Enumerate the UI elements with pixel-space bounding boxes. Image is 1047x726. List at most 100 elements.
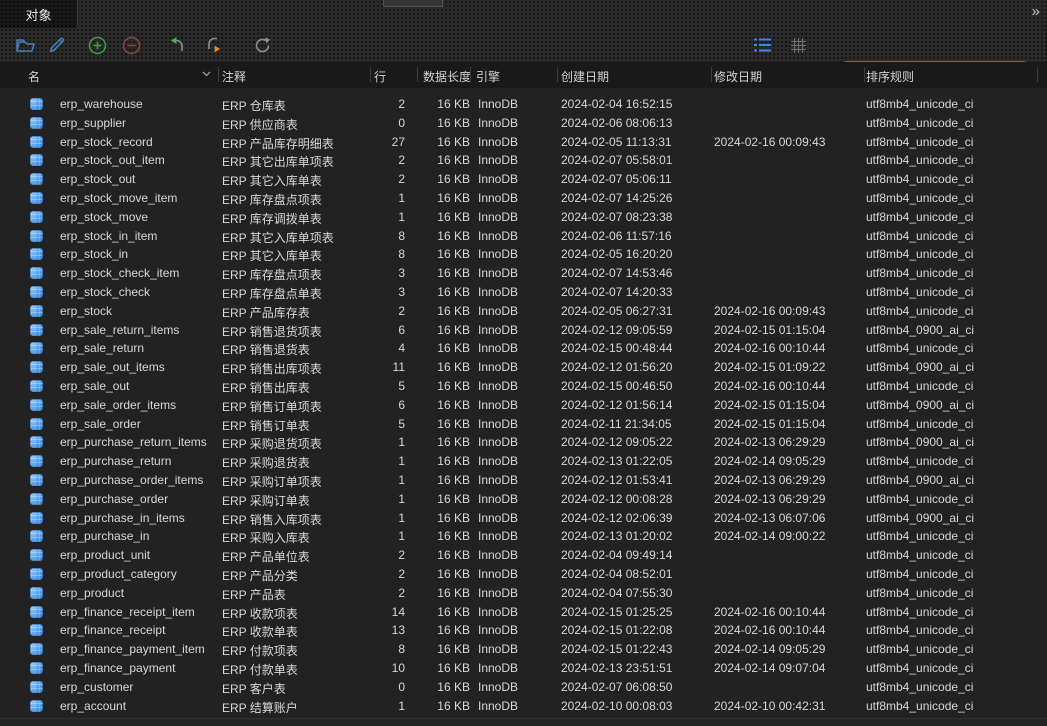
tab-objects[interactable]: 对象: [0, 0, 78, 28]
table-collation: utf8mb4_unicode_ci: [866, 341, 973, 355]
table-row[interactable]: erp_account ERP 结算账户 1 16 KB InnoDB 2024…: [0, 697, 1047, 716]
table-rows: 1: [330, 492, 405, 506]
table-created: 2024-02-15 00:46:50: [561, 379, 672, 393]
table-row[interactable]: erp_purchase_order ERP 采购订单表 1 16 KB Inn…: [0, 490, 1047, 509]
table-row[interactable]: erp_finance_receipt ERP 收款单表 13 16 KB In…: [0, 621, 1047, 640]
open-table-button[interactable]: [15, 35, 37, 55]
table-row[interactable]: erp_stock_in ERP 其它入库单表 8 16 KB InnoDB 2…: [0, 245, 1047, 264]
table-data-length: 16 KB: [395, 172, 470, 186]
table-collation: utf8mb4_unicode_ci: [866, 210, 973, 224]
table-engine: InnoDB: [478, 623, 518, 637]
table-comment: ERP 收款单表: [222, 623, 298, 640]
import-wizard-button[interactable]: [166, 35, 188, 55]
table-row[interactable]: erp_finance_receipt_item ERP 收款项表 14 16 …: [0, 603, 1047, 622]
refresh-button[interactable]: [251, 35, 273, 55]
table-row[interactable]: erp_warehouse ERP 仓库表 2 16 KB InnoDB 202…: [0, 95, 1047, 114]
export-wizard-button[interactable]: [203, 35, 225, 55]
table-engine: InnoDB: [478, 680, 518, 694]
table-row[interactable]: erp_customer ERP 客户表 0 16 KB InnoDB 2024…: [0, 678, 1047, 697]
column-divider[interactable]: [557, 67, 558, 82]
table-row[interactable]: erp_sale_order ERP 销售订单表 5 16 KB InnoDB …: [0, 415, 1047, 434]
column-engine[interactable]: 引擎: [476, 68, 500, 85]
table-row[interactable]: erp_purchase_in ERP 采购入库表 1 16 KB InnoDB…: [0, 527, 1047, 546]
table-data-length: 16 KB: [395, 473, 470, 487]
table-comment: ERP 销售退货项表: [222, 323, 322, 340]
table-row[interactable]: erp_sale_out ERP 销售出库表 5 16 KB InnoDB 20…: [0, 377, 1047, 396]
column-comment[interactable]: 注释: [222, 68, 246, 85]
table-name: erp_stock_record: [60, 135, 153, 149]
table-row[interactable]: erp_product_unit ERP 产品单位表 2 16 KB InnoD…: [0, 546, 1047, 565]
new-table-button[interactable]: [86, 35, 108, 55]
table-row[interactable]: erp_stock_record ERP 产品库存明细表 27 16 KB In…: [0, 133, 1047, 152]
table-row[interactable]: erp_stock_move_item ERP 库存盘点项表 1 16 KB I…: [0, 189, 1047, 208]
table-row[interactable]: erp_sale_out_items ERP 销售出库项表 11 16 KB I…: [0, 358, 1047, 377]
column-created[interactable]: 创建日期: [561, 68, 609, 85]
table-row[interactable]: erp_finance_payment_item ERP 付款项表 8 16 K…: [0, 640, 1047, 659]
table-row[interactable]: erp_purchase_order_items ERP 采购订单项表 1 16…: [0, 471, 1047, 490]
table-row[interactable]: erp_stock_check ERP 库存盘点单表 3 16 KB InnoD…: [0, 283, 1047, 302]
table-row[interactable]: erp_purchase_return ERP 采购退货表 1 16 KB In…: [0, 452, 1047, 471]
table-collation: utf8mb4_unicode_ci: [866, 97, 973, 111]
table-rows: 2: [330, 548, 405, 562]
table-icon: [30, 587, 43, 599]
table-created: 2024-02-15 01:22:08: [561, 623, 672, 637]
table-row[interactable]: erp_product ERP 产品表 2 16 KB InnoDB 2024-…: [0, 584, 1047, 603]
column-data-length[interactable]: 数据长度: [423, 68, 471, 85]
column-name[interactable]: 名: [28, 68, 40, 85]
table-row[interactable]: erp_purchase_return_items ERP 采购退货项表 1 1…: [0, 433, 1047, 452]
delete-table-button[interactable]: [120, 35, 142, 55]
grid-view-button[interactable]: [787, 35, 809, 55]
table-data-length: 16 KB: [395, 548, 470, 562]
column-collation[interactable]: 排序规则: [866, 68, 914, 85]
table-rows: 3: [330, 266, 405, 280]
list-view-button[interactable]: [751, 35, 773, 55]
table-icon: [30, 624, 43, 636]
table-comment: ERP 销售订单表: [222, 417, 310, 434]
table-name: erp_stock_move: [60, 210, 148, 224]
table-row[interactable]: erp_stock ERP 产品库存表 2 16 KB InnoDB 2024-…: [0, 302, 1047, 321]
table-comment: ERP 其它入库单表: [222, 172, 322, 189]
table-row[interactable]: erp_stock_out_item ERP 其它出库单项表 2 16 KB I…: [0, 151, 1047, 170]
table-modified: 2024-02-15 01:09:22: [714, 360, 825, 374]
table-row[interactable]: erp_stock_move ERP 库存调拨单表 1 16 KB InnoDB…: [0, 208, 1047, 227]
table-engine: InnoDB: [478, 323, 518, 337]
column-divider[interactable]: [470, 67, 471, 82]
table-row[interactable]: erp_sale_return_items ERP 销售退货项表 6 16 KB…: [0, 321, 1047, 340]
table-comment: ERP 供应商表: [222, 116, 298, 133]
table-icon: [30, 324, 43, 336]
table-row[interactable]: erp_product_category ERP 产品分类 2 16 KB In…: [0, 565, 1047, 584]
table-collation: utf8mb4_unicode_ci: [866, 304, 973, 318]
table-engine: InnoDB: [478, 398, 518, 412]
table-data-length: 16 KB: [395, 97, 470, 111]
column-rows[interactable]: 行: [374, 68, 386, 85]
table-comment: ERP 其它入库单项表: [222, 229, 334, 246]
table-data-length: 16 KB: [395, 586, 470, 600]
table-row[interactable]: erp_finance_payment ERP 付款单表 10 16 KB In…: [0, 659, 1047, 678]
table-modified: 2024-02-16 00:10:44: [714, 623, 825, 637]
table-icon: [30, 136, 43, 148]
table-row[interactable]: erp_supplier ERP 供应商表 0 16 KB InnoDB 202…: [0, 114, 1047, 133]
table-modified: 2024-02-16 00:10:44: [714, 605, 825, 619]
tab-overflow-chevron-icon[interactable]: »: [1032, 3, 1039, 20]
column-divider[interactable]: [711, 67, 712, 82]
column-divider[interactable]: [864, 67, 865, 82]
column-divider[interactable]: [370, 67, 371, 82]
column-divider[interactable]: [1037, 67, 1038, 82]
table-rows: 4: [330, 341, 405, 355]
table-name: erp_sale_return_items: [60, 323, 179, 337]
table-row[interactable]: erp_stock_in_item ERP 其它入库单项表 8 16 KB In…: [0, 227, 1047, 246]
table-data-length: 16 KB: [395, 567, 470, 581]
column-divider[interactable]: [218, 67, 219, 82]
column-divider[interactable]: [417, 67, 418, 82]
table-row[interactable]: erp_sale_return ERP 销售退货表 4 16 KB InnoDB…: [0, 339, 1047, 358]
table-row[interactable]: erp_purchase_in_items ERP 销售入库项表 1 16 KB…: [0, 509, 1047, 528]
table-row[interactable]: erp_stock_check_item ERP 库存盘点项表 3 16 KB …: [0, 264, 1047, 283]
column-modified[interactable]: 修改日期: [714, 68, 762, 85]
design-table-button[interactable]: [46, 35, 68, 55]
table-engine: InnoDB: [478, 511, 518, 525]
table-name: erp_sale_return: [60, 341, 144, 355]
table-collation: utf8mb4_unicode_ci: [866, 529, 973, 543]
table-icon: [30, 173, 43, 185]
table-row[interactable]: erp_stock_out ERP 其它入库单表 2 16 KB InnoDB …: [0, 170, 1047, 189]
table-row[interactable]: erp_sale_order_items ERP 销售订单项表 6 16 KB …: [0, 396, 1047, 415]
